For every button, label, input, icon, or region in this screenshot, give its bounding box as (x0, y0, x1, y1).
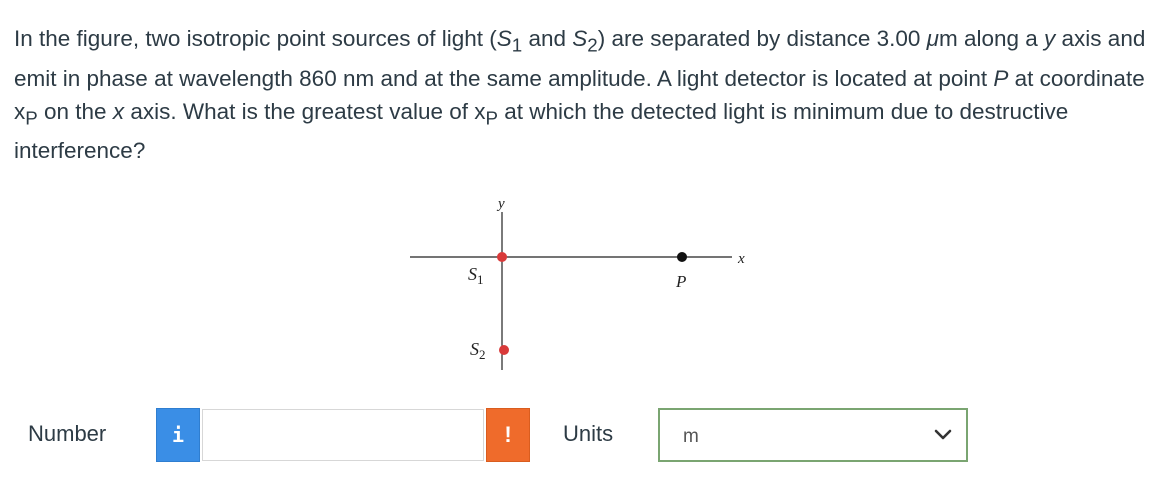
p-label: P (675, 272, 686, 291)
warning-icon[interactable]: ! (486, 408, 530, 462)
s2-label: S2 (470, 339, 486, 362)
s1-label: S1 (468, 264, 484, 287)
units-selected-value: m (683, 426, 699, 447)
info-icon[interactable]: i (156, 408, 200, 462)
interference-figure: y x S1 S2 P (410, 196, 745, 370)
answer-row: Number i ! Units m (0, 404, 1167, 464)
chevron-down-icon (934, 429, 952, 440)
question-text: In the figure, two isotropic point sourc… (14, 26, 1146, 163)
x-axis-label: x (737, 251, 745, 267)
number-label: Number (28, 421, 107, 446)
detector-p-dot (677, 252, 687, 262)
y-axis-label: y (496, 196, 505, 212)
number-input[interactable] (202, 409, 484, 461)
source-s2-dot (499, 345, 509, 355)
source-s1-dot (497, 252, 507, 262)
units-select[interactable]: m (658, 408, 968, 462)
units-label: Units (563, 421, 614, 446)
